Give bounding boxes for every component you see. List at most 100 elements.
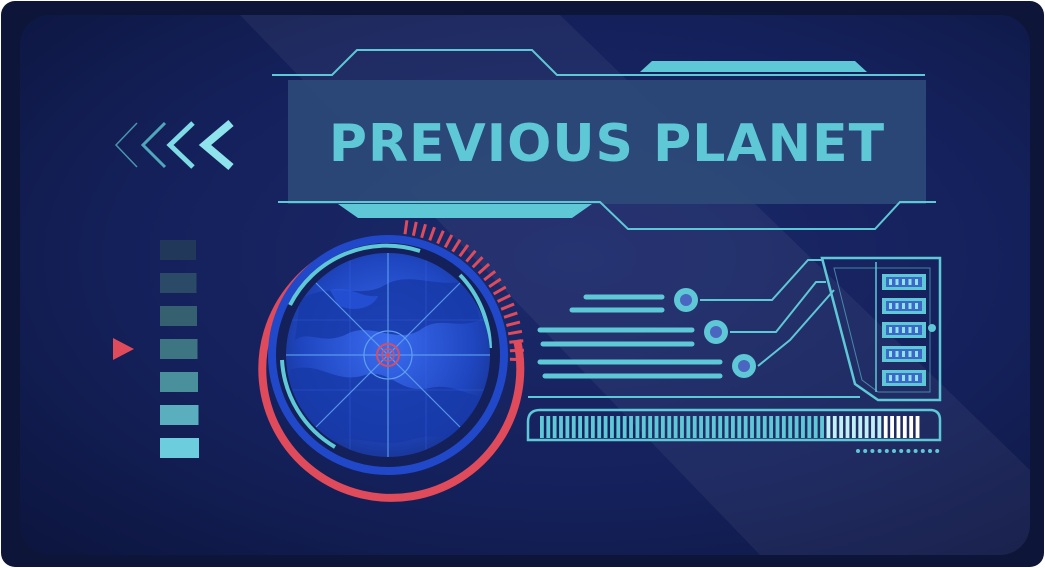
server-led	[902, 303, 905, 309]
title-frame-bottom-tab	[338, 204, 592, 218]
radar-target-dot	[385, 352, 391, 358]
progress-segment	[743, 416, 748, 438]
progress-segment	[705, 416, 710, 438]
indicator-dot	[870, 449, 875, 453]
progress-segment	[864, 416, 869, 438]
server-led	[889, 303, 892, 309]
server-led	[889, 327, 892, 333]
progress-segment	[660, 416, 665, 438]
level-bar-5[interactable]	[160, 372, 198, 392]
level-bar-3[interactable]	[160, 306, 197, 326]
indicator-dot	[856, 449, 860, 453]
server-led	[915, 351, 918, 357]
indicator-dot	[913, 449, 918, 453]
indicator-dot	[877, 449, 882, 453]
progress-segment	[578, 416, 583, 438]
server-led	[889, 351, 892, 357]
progress-segment	[565, 416, 570, 438]
progress-segment	[667, 416, 672, 438]
server-led	[895, 351, 899, 357]
server-led	[902, 375, 905, 381]
level-bar-2[interactable]	[160, 273, 197, 293]
server-led	[889, 375, 892, 381]
indicator-dot	[863, 449, 868, 453]
progress-segment	[877, 416, 882, 438]
progress-segment	[731, 416, 735, 438]
server-led	[908, 351, 912, 357]
progress-segment	[622, 416, 627, 438]
progress-segment	[902, 416, 907, 438]
progress-segment	[641, 416, 646, 438]
progress-segment	[692, 416, 697, 438]
progress-segment	[546, 416, 551, 438]
progress-segment	[807, 416, 812, 438]
progress-segment	[781, 416, 786, 438]
server-led	[915, 375, 918, 381]
server-led	[902, 327, 905, 333]
progress-segment	[883, 416, 888, 438]
progress-segment	[788, 416, 793, 438]
progress-segment	[540, 416, 544, 438]
progress-segment	[769, 416, 774, 438]
progress-segment	[559, 416, 563, 438]
progress-segment	[552, 416, 557, 438]
progress-segment	[756, 416, 761, 438]
server-led	[895, 327, 899, 333]
progress-segment	[832, 416, 837, 438]
level-bar-1[interactable]	[160, 240, 196, 260]
progress-segment	[896, 416, 901, 438]
progress-segment	[610, 416, 614, 438]
progress-segment	[775, 416, 780, 438]
progress-segment	[909, 416, 914, 438]
progress-segment	[629, 416, 633, 438]
server-led	[902, 279, 905, 285]
progress-segment	[915, 416, 920, 438]
indicator-dot	[928, 449, 932, 453]
server-led	[895, 279, 899, 285]
level-bar-4[interactable]	[160, 339, 198, 359]
server-led	[908, 375, 912, 381]
progress-segment	[711, 416, 716, 438]
radar-tick	[403, 220, 409, 235]
server-led	[915, 279, 918, 285]
progress-segment	[686, 416, 691, 438]
progress-segment	[750, 416, 754, 438]
indicator-dot	[906, 449, 911, 453]
progress-segment	[839, 416, 844, 438]
progress-segment	[603, 416, 608, 438]
progress-segment	[794, 416, 799, 438]
server-led	[908, 327, 912, 333]
server-led	[895, 303, 899, 309]
server-led	[902, 351, 905, 357]
server-led	[908, 279, 912, 285]
server-led	[895, 375, 899, 381]
level-bar-6[interactable]	[160, 405, 199, 425]
progress-segment	[699, 416, 703, 438]
progress-segment	[571, 416, 576, 438]
level-bar-7[interactable]	[160, 438, 199, 458]
progress-segment	[871, 416, 875, 438]
progress-segment	[718, 416, 723, 438]
progress-segment	[737, 416, 742, 438]
progress-segment	[724, 416, 729, 438]
server-led	[915, 303, 918, 309]
progress-segment	[851, 416, 856, 438]
title-frame-tab	[640, 61, 867, 72]
progress-segment	[680, 416, 684, 438]
screen-title: PREVIOUS PLANET	[329, 114, 885, 174]
progress-segment	[584, 416, 589, 438]
indicator-dot	[920, 449, 925, 453]
server-led	[915, 327, 918, 333]
progress-segment	[597, 416, 602, 438]
progress-segment	[590, 416, 595, 438]
radar-tick	[509, 339, 524, 344]
server-led	[889, 279, 892, 285]
server-led	[908, 303, 912, 309]
progress-segment	[820, 416, 824, 438]
progress-segment	[673, 416, 678, 438]
progress-segment	[801, 416, 805, 438]
game-screen: PREVIOUS PLANET	[1, 1, 1044, 567]
indicator-dot	[899, 449, 904, 453]
progress-segment	[858, 416, 863, 438]
progress-segment	[813, 416, 818, 438]
